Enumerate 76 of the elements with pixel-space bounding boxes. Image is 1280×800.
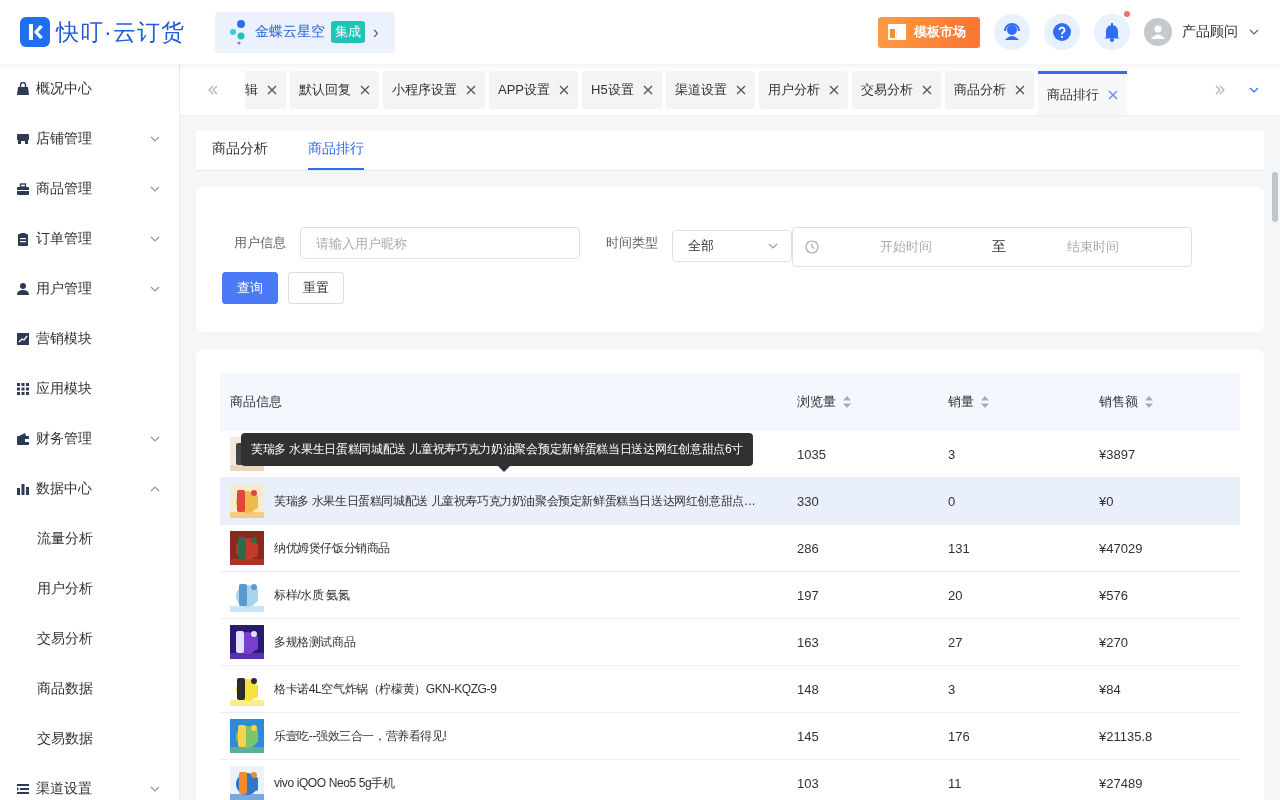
field-label: 用户信息 (233, 234, 286, 252)
page-tab[interactable]: 交易分析 (851, 71, 941, 109)
sales-count: 3 (948, 665, 1099, 713)
sales-count: 131 (948, 524, 1099, 572)
view-count: 197 (797, 571, 948, 619)
integration-name: 金蝶云星空 (254, 23, 325, 41)
page-tab[interactable]: 渠道设置 (665, 71, 755, 109)
sub-tab[interactable]: 商品排行 (308, 130, 364, 170)
sidebar-subitem[interactable]: 交易分析 (0, 614, 179, 664)
column-header[interactable]: 浏览量 (797, 373, 948, 431)
view-count: 145 (797, 712, 948, 760)
field-label: 时间类型 (606, 234, 658, 252)
column-header[interactable]: 销售额 (1099, 373, 1240, 431)
reset-button[interactable]: 重置 (288, 272, 344, 304)
page-tab[interactable]: 商品分析 (944, 71, 1034, 109)
sidebar-item[interactable]: 商品管理 (0, 164, 179, 214)
sales-amount: ¥3897 (1099, 431, 1240, 478)
sidebar-subitem[interactable]: 交易数据 (0, 714, 179, 764)
integration-chip[interactable]: 金蝶云星空 集成 › (214, 11, 395, 53)
sidebar-item[interactable]: 概况中心 (0, 64, 179, 114)
sales-count: 11 (948, 759, 1099, 800)
view-count: 1035 (797, 431, 948, 478)
sidebar-item[interactable]: 财务管理 (0, 414, 179, 464)
sub-tab[interactable]: 商品分析 (212, 130, 268, 170)
sales-count: 0 (948, 477, 1099, 525)
user-input-field[interactable]: 请输入用户昵称 (300, 227, 580, 259)
chevron-icon: › (372, 21, 379, 43)
sales-amount: ¥0 (1099, 477, 1240, 525)
view-count: 286 (797, 524, 948, 572)
app-logo-text: 快叮·云订货 (56, 17, 185, 47)
sales-amount: ¥576 (1099, 571, 1240, 619)
sales-amount: ¥27489 (1099, 759, 1240, 800)
sidebar-item[interactable]: 营销模块 (0, 314, 179, 364)
view-count: 103 (797, 759, 948, 800)
sales-count: 3 (948, 431, 1099, 478)
sidebar-item[interactable]: 应用模块 (0, 364, 179, 414)
page-tab[interactable]: 商品排行 (1037, 71, 1127, 115)
sidebar-item[interactable]: 用户管理 (0, 264, 179, 314)
sidebar-subitem[interactable]: 商品数据 (0, 664, 179, 714)
view-count: 330 (797, 477, 948, 525)
page-tab[interactable]: APP设置 (489, 71, 578, 109)
product-name: 纳优姆煲仔饭分销商品 (274, 539, 390, 557)
sales-count: 176 (948, 712, 1099, 760)
sidebar-item[interactable]: 订单管理 (0, 214, 179, 264)
sidebar-subitem[interactable]: 流量分析 (0, 514, 179, 564)
integration-badge: 集成 (330, 21, 365, 43)
product-name: 乐壹吃--强效三合一，营养看得见! (274, 727, 447, 745)
sales-count: 20 (948, 571, 1099, 619)
sales-count: 27 (948, 618, 1099, 666)
product-name: 标样/水质 氨氮 (274, 586, 350, 604)
tooltip: 芙瑞多 水果生日蛋糕同城配送 儿童祝寿巧克力奶油聚会预定新鲜蛋糕当日送达网红创意甜点6寸 (241, 433, 754, 466)
sales-amount: ¥21135.8 (1099, 712, 1240, 760)
column-header[interactable]: 销量 (948, 373, 1099, 431)
page-tab[interactable]: 小程序设置 (383, 71, 485, 109)
search-button[interactable]: 查询 (222, 272, 278, 304)
product-name: vivo iQOO Neo5 5g手机 (274, 774, 395, 792)
page-tab[interactable]: 默认回复 (290, 71, 379, 109)
sales-amount: ¥270 (1099, 618, 1240, 666)
product-name: 多规格测试商品 (274, 633, 356, 651)
column-header: 商品信息 (220, 373, 797, 431)
view-count: 163 (797, 618, 948, 666)
view-count: 148 (797, 665, 948, 713)
sales-amount: ¥47029 (1099, 524, 1240, 572)
page-tab[interactable]: 用户分析 (758, 71, 848, 109)
user-name[interactable]: 产品顾问 (1182, 23, 1238, 41)
time-type-select[interactable]: 全部 (672, 230, 792, 262)
sidebar-subitem[interactable]: 用户分析 (0, 564, 179, 614)
sidebar-item[interactable]: 数据中心 (0, 464, 179, 514)
sidebar-item[interactable]: 店铺管理 (0, 114, 179, 164)
page-tab[interactable]: 辑 (245, 71, 286, 109)
sidebar-item[interactable]: 渠道设置 (0, 764, 179, 800)
product-name: 格卡诺4L空气炸锅（柠檬黄）GKN-KQZG-9 (274, 680, 497, 698)
sales-amount: ¥84 (1099, 665, 1240, 713)
product-name: 芙瑞多 水果生日蛋糕同城配送 儿童祝寿巧克力奶油聚会预定新鲜蛋糕当日送达网红创意甜点… (274, 492, 756, 510)
date-range-field[interactable]: 开始时间 至 结束时间 (792, 227, 1192, 267)
page-tab[interactable]: H5设置 (582, 71, 662, 109)
